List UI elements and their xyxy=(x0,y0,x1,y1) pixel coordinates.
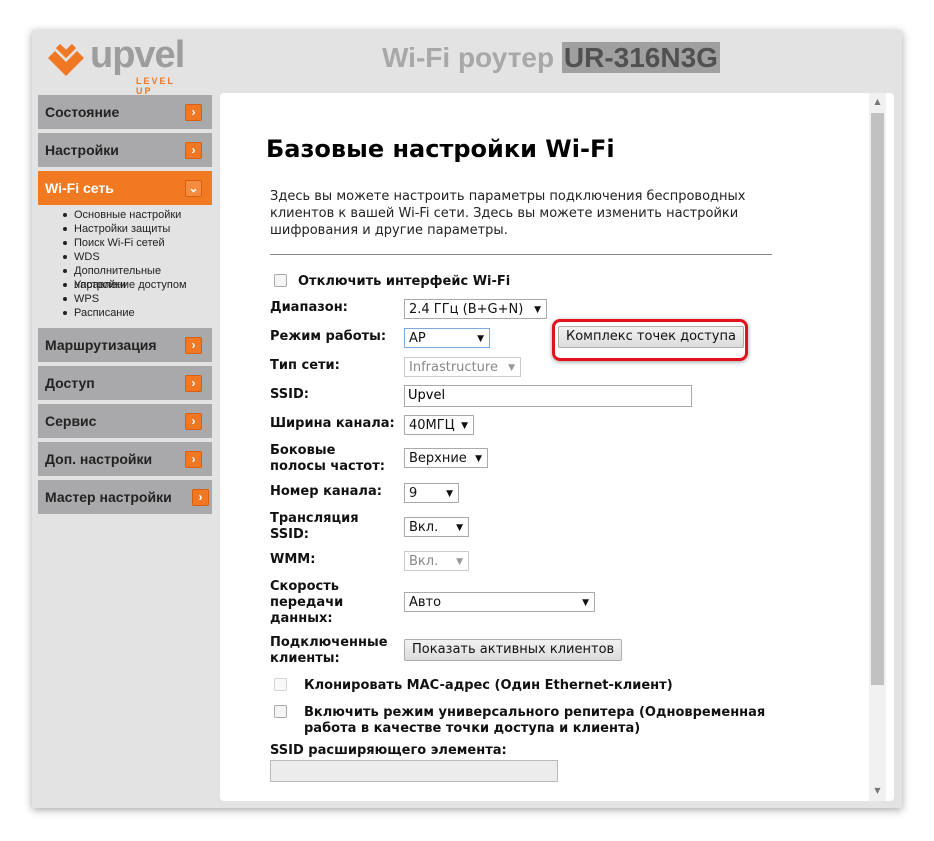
channel-width-select[interactable]: 40МГЦ xyxy=(404,415,474,436)
sidebar-item-access[interactable]: Доступ › xyxy=(38,366,212,400)
ssid-broadcast-select[interactable]: Вкл. xyxy=(404,517,469,538)
submenu-wds[interactable]: WDS xyxy=(63,250,212,264)
submenu-security[interactable]: Настройки защиты xyxy=(63,222,212,236)
wifi-submenu: Основные настройки Настройки защиты Поис… xyxy=(63,208,212,320)
submenu-advanced[interactable]: Дополнительные настройки xyxy=(63,264,212,291)
sidebar-item-service[interactable]: Сервис › xyxy=(38,404,212,438)
data-rate-select[interactable]: Авто xyxy=(404,592,595,613)
ssid-input[interactable]: Upvel xyxy=(404,385,692,407)
scrollbar[interactable]: ▲ ▼ xyxy=(869,93,886,801)
extender-ssid-input xyxy=(270,760,558,782)
submenu-basic[interactable]: Основные настройки xyxy=(63,208,212,222)
channel-select[interactable]: 9 xyxy=(404,483,459,504)
chevron-right-icon: › xyxy=(192,489,209,506)
submenu-site-survey[interactable]: Поиск Wi-Fi сетей xyxy=(63,236,212,250)
band-select[interactable]: 2.4 ГГц (B+G+N) xyxy=(404,299,547,320)
sidebar-item-wifi[interactable]: Wi-Fi сеть ⌄ xyxy=(38,171,212,205)
chevron-right-icon: › xyxy=(185,142,202,159)
logo-chevron-icon xyxy=(48,43,84,76)
mode-select[interactable]: AP xyxy=(404,328,490,349)
disable-wifi-checkbox[interactable] xyxy=(274,274,287,287)
network-type-select: Infrastructure xyxy=(404,357,521,378)
chevron-right-icon: › xyxy=(185,451,202,468)
router-admin-window: upvel LEVEL UP Wi-Fi роутер UR-316N3G Со… xyxy=(32,30,902,808)
sidebar-item-status[interactable]: Состояние › xyxy=(38,95,212,129)
content-panel: Базовые настройки Wi-Fi Здесь вы можете … xyxy=(220,93,894,801)
sideband-select[interactable]: Верхние xyxy=(404,448,488,469)
upvel-logo: upvel LEVEL UP xyxy=(44,34,194,96)
sidebar-item-routing[interactable]: Маршрутизация › xyxy=(38,328,212,362)
page-description: Здесь вы можете настроить параметры подк… xyxy=(270,189,746,238)
clone-mac-checkbox xyxy=(274,678,287,691)
multi-ap-button[interactable]: Комплекс точек доступа xyxy=(558,326,744,348)
page-title: Базовые настройки Wi-Fi xyxy=(266,135,615,163)
chevron-down-icon: ⌄ xyxy=(185,180,202,197)
sidebar-item-settings[interactable]: Настройки › xyxy=(38,133,212,167)
chevron-right-icon: › xyxy=(185,375,202,392)
sidebar-item-extra-settings[interactable]: Доп. настройки › xyxy=(38,442,212,476)
model-name: UR-316N3G xyxy=(561,42,720,73)
submenu-schedule[interactable]: Расписание xyxy=(63,306,212,320)
chevron-right-icon: › xyxy=(185,337,202,354)
divider xyxy=(270,254,772,255)
show-clients-button[interactable]: Показать активных клиентов xyxy=(404,639,623,661)
repeater-checkbox[interactable] xyxy=(274,705,287,718)
chevron-right-icon: › xyxy=(185,413,202,430)
scroll-down-icon[interactable]: ▼ xyxy=(869,786,886,795)
submenu-access-control[interactable]: Управление доступом xyxy=(63,278,212,292)
submenu-wps[interactable]: WPS xyxy=(63,292,212,306)
scrollbar-thumb[interactable] xyxy=(871,113,884,685)
scroll-up-icon[interactable]: ▲ xyxy=(869,97,886,106)
page-header-title: Wi-Fi роутер UR-316N3G xyxy=(382,42,720,73)
sidebar-item-wizard[interactable]: Мастер настройки › xyxy=(38,480,212,514)
wmm-select: Вкл. xyxy=(404,551,469,572)
chevron-right-icon: › xyxy=(185,104,202,121)
